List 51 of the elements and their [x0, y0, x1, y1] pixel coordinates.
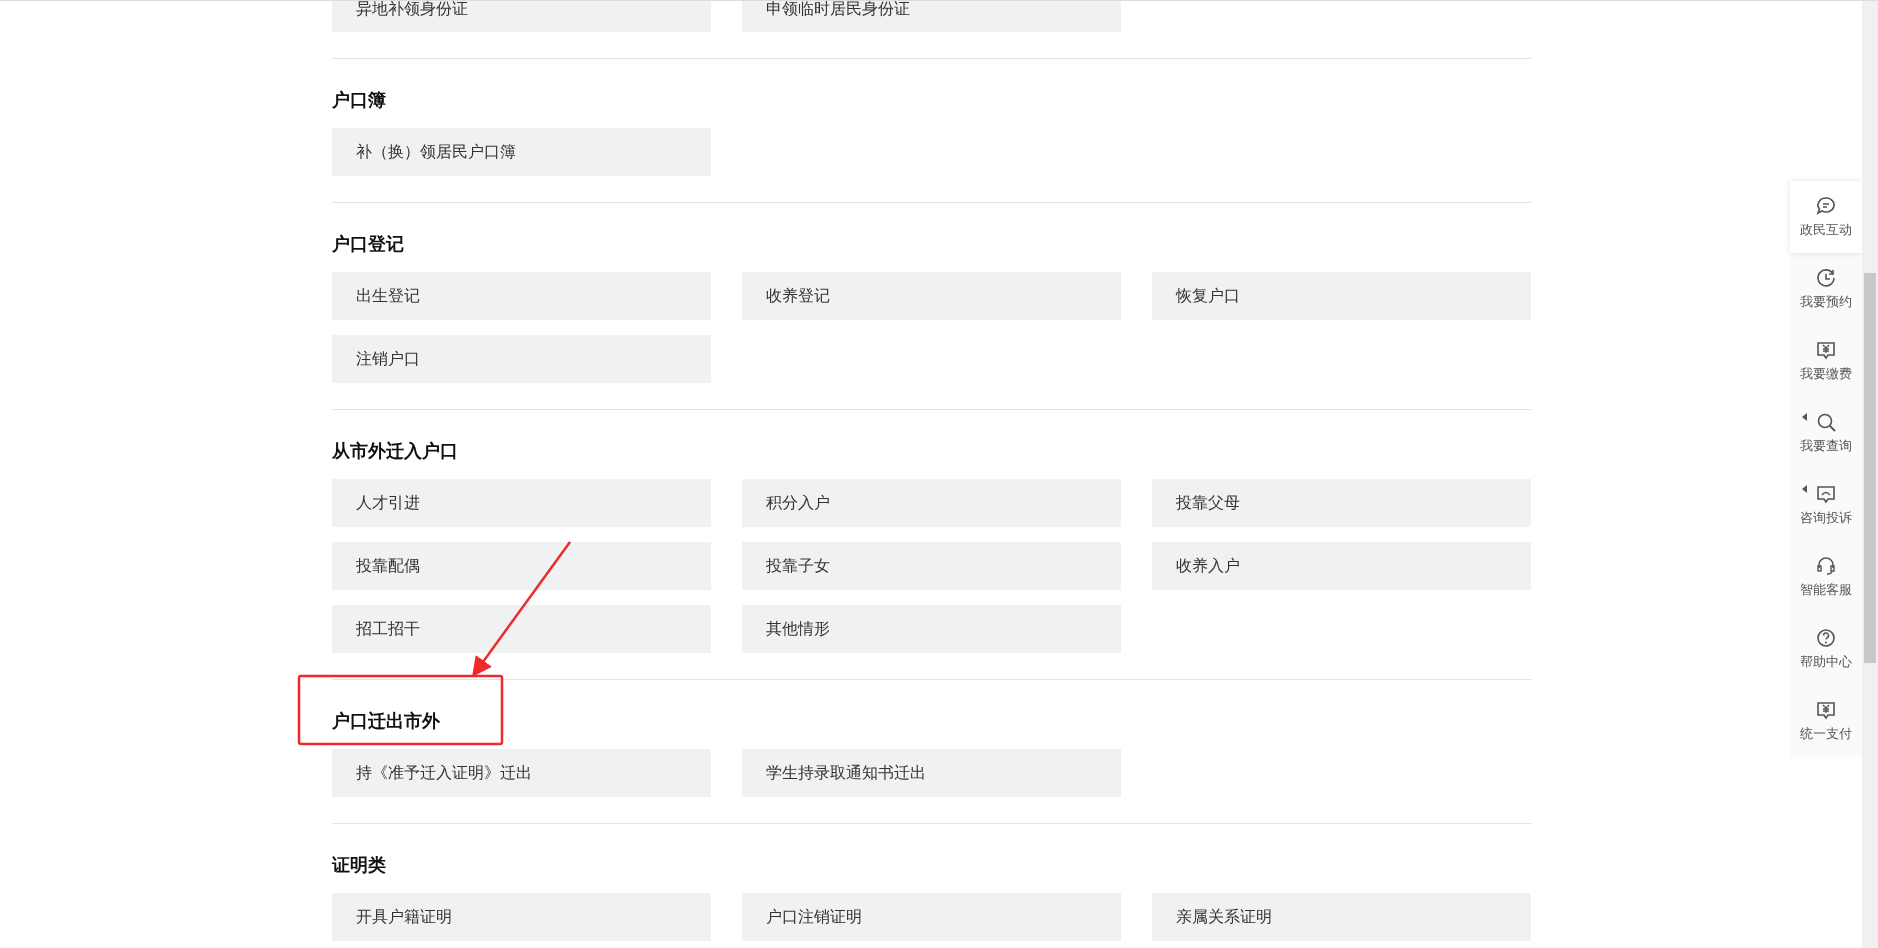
section-heading: 证明类 — [332, 854, 387, 877]
section-heading: 户口簿 — [332, 89, 387, 112]
yen-sign-icon — [1815, 339, 1837, 361]
sidebar-label: 我要查询 — [1800, 437, 1852, 455]
sidebar-label: 智能客服 — [1800, 581, 1852, 599]
section-heading: 从市外迁入户口 — [332, 440, 459, 463]
help-icon — [1815, 627, 1837, 649]
sidebar-label: 帮助中心 — [1800, 653, 1852, 671]
service-button[interactable]: 招工招干 — [332, 605, 711, 653]
sidebar-item[interactable]: 帮助中心 — [1790, 613, 1862, 685]
service-button[interactable]: 学生持录取通知书迁出 — [742, 749, 1121, 797]
service-button[interactable]: 收养入户 — [1152, 542, 1531, 590]
service-button[interactable]: 投靠配偶 — [332, 542, 711, 590]
service-button[interactable]: 注销户口 — [332, 335, 711, 383]
sidebar-item[interactable]: 我要预约 — [1790, 253, 1862, 325]
service-button[interactable]: 申领临时居民身份证 — [742, 1, 1121, 32]
service-button[interactable]: 亲属关系证明 — [1152, 893, 1531, 941]
service-button[interactable]: 异地补领身份证 — [332, 1, 711, 32]
search-icon — [1815, 411, 1837, 433]
service-button[interactable]: 出生登记 — [332, 272, 711, 320]
sidebar-item[interactable]: 统一支付 — [1790, 685, 1862, 757]
sidebar-label: 咨询投诉 — [1800, 509, 1852, 527]
service-button[interactable]: 恢复户口 — [1152, 272, 1531, 320]
service-button[interactable]: 户口注销证明 — [742, 893, 1121, 941]
sidebar-label: 我要预约 — [1800, 293, 1852, 311]
service-button[interactable]: 持《准予迁入证明》迁出 — [332, 749, 711, 797]
service-button[interactable]: 开具户籍证明 — [332, 893, 711, 941]
service-button[interactable]: 积分入户 — [742, 479, 1121, 527]
sidebar-label: 我要缴费 — [1800, 365, 1852, 383]
service-button[interactable]: 补（换）领居民户口簿 — [332, 128, 711, 176]
service-button[interactable]: 收养登记 — [742, 272, 1121, 320]
service-button[interactable]: 人才引进 — [332, 479, 711, 527]
service-button[interactable]: 其他情形 — [742, 605, 1121, 653]
sidebar-item[interactable]: 咨询投诉 — [1790, 469, 1862, 541]
sidebar-label: 统一支付 — [1800, 725, 1852, 743]
scrollbar[interactable] — [1862, 1, 1878, 948]
section-heading: 户口迁出市外 — [332, 710, 441, 733]
sidebar-item[interactable]: 智能客服 — [1790, 541, 1862, 613]
scrollbar-thumb[interactable] — [1864, 273, 1876, 663]
chat-icon — [1815, 195, 1837, 217]
section-heading: 户口登记 — [332, 233, 405, 256]
sidebar-item[interactable]: 我要查询 — [1790, 397, 1862, 469]
message-icon — [1815, 483, 1837, 505]
sidebar-item[interactable]: 政民互动 — [1790, 181, 1862, 253]
sidebar-label: 政民互动 — [1800, 221, 1852, 239]
yen-sign-icon — [1815, 699, 1837, 721]
headset-icon — [1815, 555, 1837, 577]
sidebar-item[interactable]: 我要缴费 — [1790, 325, 1862, 397]
service-button[interactable]: 投靠子女 — [742, 542, 1121, 590]
service-button[interactable]: 投靠父母 — [1152, 479, 1531, 527]
clock-icon — [1815, 267, 1837, 289]
